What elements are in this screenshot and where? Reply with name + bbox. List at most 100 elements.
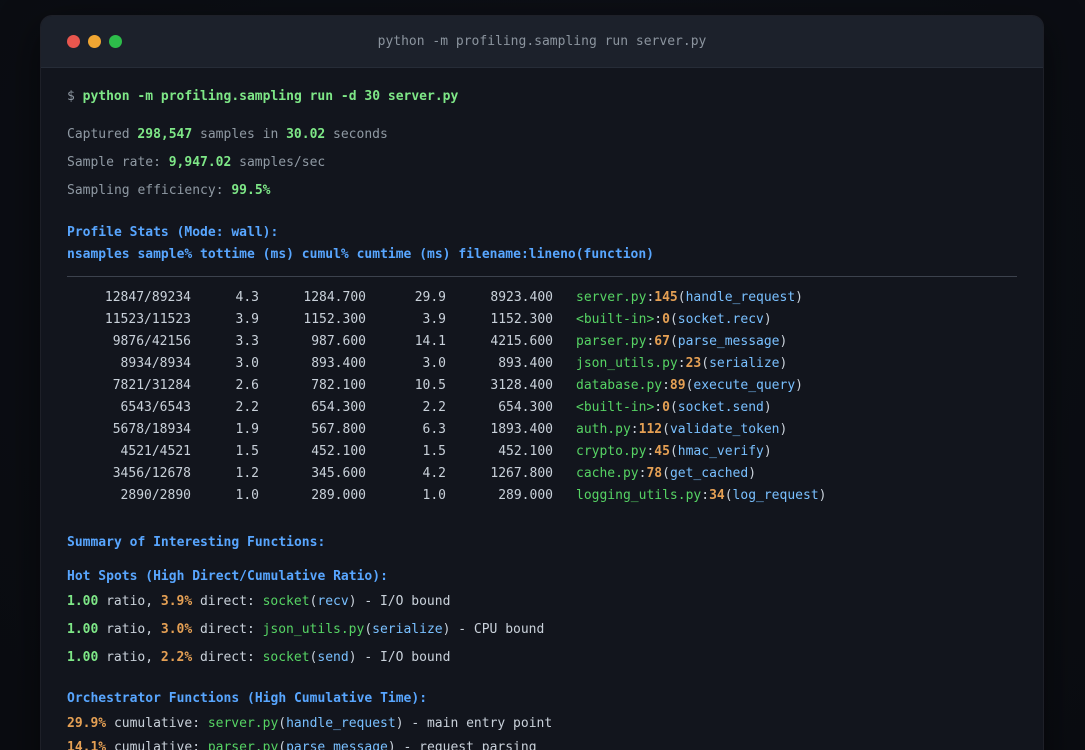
close-paren: ) [763, 444, 772, 459]
cumulative-pct-value: 14.1% [67, 740, 107, 750]
command-line: $ python -m profiling.sampling run -d 30… [67, 89, 1017, 105]
direct-pct-value: 3.0% [160, 622, 193, 637]
nsamples-cell: 5678/18934 [112, 422, 191, 437]
tottime-cell: 893.400 [311, 356, 366, 371]
hotspot-line: 1.00 ratio, 3.9% direct: socket(recv) - … [67, 594, 1017, 610]
close-paren: ) [348, 650, 357, 665]
orchestrator-location: server.py(handle_request) [208, 716, 404, 732]
close-paren: ) [748, 466, 757, 481]
window-title: python -m profiling.sampling run server.… [377, 34, 707, 49]
direct-pct-value: 3.9% [160, 594, 193, 609]
samples-count: 298,547 [137, 127, 193, 142]
hotspot-line: 1.00 ratio, 3.0% direct: json_utils.py(s… [67, 622, 1017, 638]
table-divider [67, 276, 1017, 277]
filename: json_utils.py [576, 356, 678, 371]
filename: <built-in> [576, 400, 655, 415]
table-row: 4521/4521 1.5 452.100 1.5 452.100 crypto… [67, 441, 1017, 463]
function-name: execute_query [693, 378, 796, 393]
close-paren: ) [818, 488, 827, 503]
filename: cache.py [576, 466, 639, 481]
sample-pct-cell: 1.9 [235, 422, 259, 437]
lineno: 23 [685, 356, 702, 371]
module-name: parser.py [207, 740, 279, 750]
orchestrator-line: 14.1% cumulative: parser.py(parse_messag… [67, 740, 1017, 750]
nsamples-cell: 7821/31284 [112, 378, 191, 393]
hotspots-heading: Hot Spots (High Direct/Cumulative Ratio)… [67, 569, 388, 584]
hotspot-note: - I/O bound [364, 594, 451, 609]
lineno: 0 [662, 400, 670, 415]
function-name: hmac_verify [677, 444, 764, 459]
tottime-cell: 654.300 [311, 400, 366, 415]
tottime-cell: 1284.700 [303, 290, 366, 305]
ratio-value: 1.00 [67, 594, 99, 609]
cumul-pct-cell: 3.0 [422, 356, 446, 371]
open-paren: ( [677, 290, 686, 305]
ratio-label: ratio, [106, 594, 154, 609]
open-paren: ( [662, 422, 670, 437]
hotspot-note: - CPU bound [458, 622, 545, 637]
profile-stats-heading: Profile Stats (Mode: wall): [67, 225, 279, 240]
nsamples-cell: 4521/4521 [120, 444, 191, 459]
close-paren: ) [779, 422, 788, 437]
ratio-label: ratio, [106, 650, 154, 665]
tottime-cell: 567.800 [311, 422, 366, 437]
function-name: serialize [709, 356, 780, 371]
lineno: 45 [654, 444, 670, 459]
zoom-button[interactable] [109, 35, 122, 48]
minimize-button[interactable] [88, 35, 101, 48]
function-name: handle_request [685, 290, 796, 305]
colon-separator: : [701, 488, 710, 503]
sample-pct-cell: 3.0 [235, 356, 259, 371]
open-paren: ( [278, 716, 287, 731]
orchestrator-note: - request parsing [403, 740, 537, 750]
open-paren: ( [669, 312, 678, 327]
terminal-content: $ python -m profiling.sampling run -d 30… [41, 89, 1043, 750]
sample-pct-cell: 3.3 [235, 334, 259, 349]
shell-prompt: $ [67, 89, 75, 104]
cumul-pct-cell: 14.1 [414, 334, 446, 349]
colon-separator: : [662, 378, 670, 393]
nsamples-cell: 2890/2890 [120, 488, 191, 503]
direct-pct-value: 2.2% [160, 650, 193, 665]
open-paren: ( [724, 488, 733, 503]
open-paren: ( [669, 444, 678, 459]
location-cell: <built-in>:0(socket.recv) [553, 309, 772, 331]
hotspots-list: 1.00 ratio, 3.9% direct: socket(recv) - … [67, 594, 1017, 666]
tottime-cell: 782.100 [311, 378, 366, 393]
cumtime-cell: 1267.800 [490, 466, 553, 481]
close-button[interactable] [67, 35, 80, 48]
open-paren: ( [364, 622, 373, 637]
tottime-cell: 289.000 [311, 488, 366, 503]
orchestrators-list: 29.9% cumulative: server.py(handle_reque… [67, 716, 1017, 750]
cumulative-label: cumulative: [113, 740, 201, 750]
direct-label: direct: [199, 650, 255, 665]
orchestrator-note: - main entry point [411, 716, 553, 731]
function-name: validate_token [669, 422, 780, 437]
cumtime-cell: 893.400 [498, 356, 553, 371]
close-paren: ) [779, 334, 788, 349]
efficiency-line: Sampling efficiency: 99.5% [67, 183, 1017, 199]
sample-pct-cell: 1.0 [235, 488, 259, 503]
function-name: parse_message [286, 740, 388, 750]
cumul-pct-cell: 29.9 [414, 290, 446, 305]
sample-pct-cell: 2.6 [235, 378, 259, 393]
cumtime-cell: 289.000 [498, 488, 553, 503]
close-paren: ) [395, 716, 404, 731]
filename: <built-in> [576, 312, 655, 327]
function-name: parse_message [677, 334, 780, 349]
colon-separator: : [654, 312, 663, 327]
table-row: 5678/18934 1.9 567.800 6.3 1893.400 auth… [67, 419, 1017, 441]
sample-pct-cell: 4.3 [235, 290, 259, 305]
cumulative-pct-value: 29.9% [67, 716, 107, 731]
nsamples-cell: 8934/8934 [120, 356, 191, 371]
close-paren: ) [795, 290, 803, 305]
module-name: socket [262, 594, 310, 609]
lineno: 0 [662, 312, 670, 327]
module-name: socket [262, 650, 310, 665]
hotspot-location: json_utils.py(serialize) [263, 622, 451, 638]
orchestrators-heading: Orchestrator Functions (High Cumulative … [67, 691, 428, 706]
table-row: 8934/8934 3.0 893.400 3.0 893.400 json_u… [67, 353, 1017, 375]
nsamples-cell: 6543/6543 [120, 400, 191, 415]
filename: crypto.py [576, 444, 647, 459]
colon-separator: : [654, 400, 663, 415]
